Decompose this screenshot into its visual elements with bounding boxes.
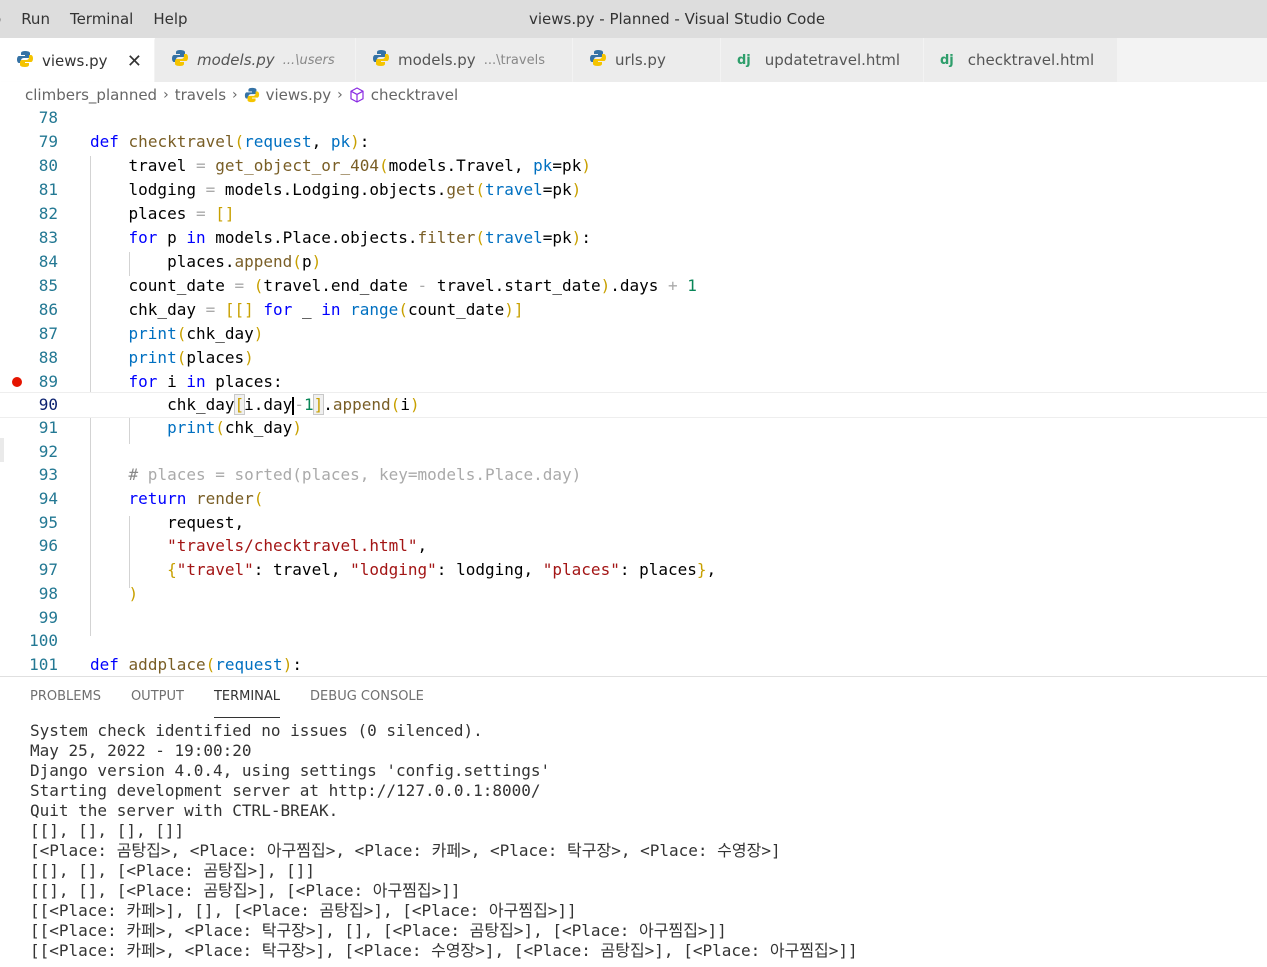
terminal-line: System check identified no issues (0 sil…	[30, 721, 483, 740]
tab-views-py[interactable]: views.py ✕	[0, 38, 155, 82]
code-line-current: 90 chk_day[i.day -1].append(i)	[0, 392, 1267, 418]
panel-tabs: PROBLEMS OUTPUT TERMINAL DEBUG CONSOLE	[30, 689, 454, 718]
terminal-line: Quit the server with CTRL-BREAK.	[30, 801, 339, 820]
tab-models-py-travels[interactable]: models.py ...\travels	[356, 38, 573, 82]
code-line: 98 )	[38, 584, 139, 603]
code-line: 92	[38, 442, 58, 461]
code-line: 89 for i in places:	[0, 370, 1267, 394]
terminal-line: [[<Place: 카페>, <Place: 탁구장>], [<Place: 수…	[30, 941, 858, 960]
python-icon	[171, 49, 189, 71]
terminal-line: Django version 4.0.4, using settings 'co…	[30, 761, 551, 780]
breadcrumb-item[interactable]: checktravel	[371, 86, 458, 104]
tab-terminal[interactable]: TERMINAL	[213, 689, 281, 718]
code-line: 86 chk_day = [[] for _ in range(count_da…	[38, 300, 524, 319]
code-line: 100	[29, 631, 58, 650]
code-line: 79 def checktravel(request, pk):	[38, 132, 370, 151]
django-icon: dj	[737, 52, 751, 68]
code-line: 85 count_date = (travel.end_date - trave…	[38, 276, 697, 295]
python-icon	[372, 49, 390, 71]
code-editor[interactable]: 78 79 def checktravel(request, pk): 80 tr…	[0, 108, 1267, 676]
tab-checktravel-html[interactable]: dj checktravel.html	[924, 38, 1118, 82]
code-line: 95 request,	[38, 513, 245, 532]
terminal-line: Starting development server at http://12…	[30, 781, 541, 800]
code-line: 78	[38, 108, 58, 127]
breadcrumb: climbers_planned › travels › views.py › …	[0, 82, 1267, 108]
code-line: 94 return render(	[38, 489, 264, 508]
code-line: 81 lodging = models.Lodging.objects.get(…	[38, 180, 582, 199]
tab-urls-py[interactable]: urls.py	[573, 38, 721, 82]
code-line: 82 places = []	[38, 204, 235, 223]
terminal-line: [[<Place: 카페>, <Place: 탁구장>], [], [<Plac…	[30, 921, 727, 940]
window-title: views.py - Planned - Visual Studio Code	[529, 10, 826, 28]
terminal-line: [[<Place: 카페>], [], [<Place: 곰탕집>], [<Pl…	[30, 901, 577, 920]
tab-label: urls.py	[615, 51, 666, 69]
tab-label: checktravel.html	[967, 51, 1095, 69]
chevron-right-icon: ›	[163, 87, 169, 103]
tab-directory: ...\travels	[483, 52, 545, 68]
menu-bar: o Run Terminal Help	[0, 0, 198, 38]
menu-item-terminal[interactable]: Terminal	[60, 0, 143, 38]
code-line: 96 "travels/checktravel.html",	[38, 536, 428, 555]
tab-directory: ...\users	[282, 52, 335, 68]
breadcrumb-item[interactable]: travels	[175, 86, 226, 104]
editor-tabs: views.py ✕ models.py ...\users models.py…	[0, 38, 1267, 82]
breadcrumb-item[interactable]: views.py	[266, 86, 332, 104]
tab-label: updatetravel.html	[764, 51, 901, 69]
tab-problems[interactable]: PROBLEMS	[30, 689, 101, 717]
tab-label: models.py	[398, 51, 476, 69]
title-bar: o Run Terminal Help views.py - Planned -…	[0, 0, 1267, 38]
code-line: 88 print(places)	[38, 348, 254, 367]
chevron-right-icon: ›	[337, 87, 343, 103]
code-line: 87 print(chk_day)	[38, 324, 264, 343]
code-line: 101 def addplace(request):	[29, 655, 302, 674]
code-line: 91 print(chk_day)	[38, 418, 302, 437]
code-line: 84 places.append(p)	[38, 252, 322, 271]
cube-icon	[349, 87, 365, 103]
python-icon	[16, 50, 34, 72]
code-line: 93 # places = sorted(places, key=models.…	[38, 465, 582, 484]
tab-updatetravel-html[interactable]: dj updatetravel.html	[721, 38, 924, 82]
code-line: 99	[38, 608, 58, 627]
terminal-line: [[], [], [<Place: 곰탕집>], []]	[30, 861, 315, 880]
terminal-line: [[], [], [], []]	[30, 821, 185, 840]
terminal-output[interactable]: System check identified no issues (0 sil…	[30, 721, 858, 961]
breadcrumb-item[interactable]: climbers_planned	[25, 86, 157, 104]
python-icon	[589, 49, 607, 71]
menu-item-partial[interactable]: o	[0, 0, 11, 38]
tab-models-py-users[interactable]: models.py ...\users	[155, 38, 356, 82]
menu-item-run[interactable]: Run	[11, 0, 60, 38]
menu-item-help[interactable]: Help	[143, 0, 197, 38]
code-line: 97 {"travel": travel, "lodging": lodging…	[38, 560, 717, 579]
terminal-line: [[], [], [<Place: 곰탕집>], [<Place: 아구찜집>]…	[30, 881, 461, 900]
tab-label: views.py	[42, 52, 108, 70]
django-icon: dj	[940, 52, 954, 68]
tab-debug-console[interactable]: DEBUG CONSOLE	[310, 689, 424, 717]
code-line: 80 travel = get_object_or_404(models.Tra…	[38, 156, 591, 175]
tab-label: models.py	[197, 51, 275, 69]
bottom-panel: PROBLEMS OUTPUT TERMINAL DEBUG CONSOLE S…	[0, 676, 1267, 967]
code-line: 83 for p in models.Place.objects.filter(…	[38, 228, 591, 247]
chevron-right-icon: ›	[232, 87, 238, 103]
close-icon[interactable]: ✕	[127, 51, 142, 72]
terminal-line: May 25, 2022 - 19:00:20	[30, 741, 252, 760]
tab-output[interactable]: OUTPUT	[131, 689, 184, 717]
python-icon	[244, 87, 260, 103]
terminal-line: [<Place: 곰탕집>, <Place: 아구찜집>, <Place: 카페…	[30, 841, 781, 860]
